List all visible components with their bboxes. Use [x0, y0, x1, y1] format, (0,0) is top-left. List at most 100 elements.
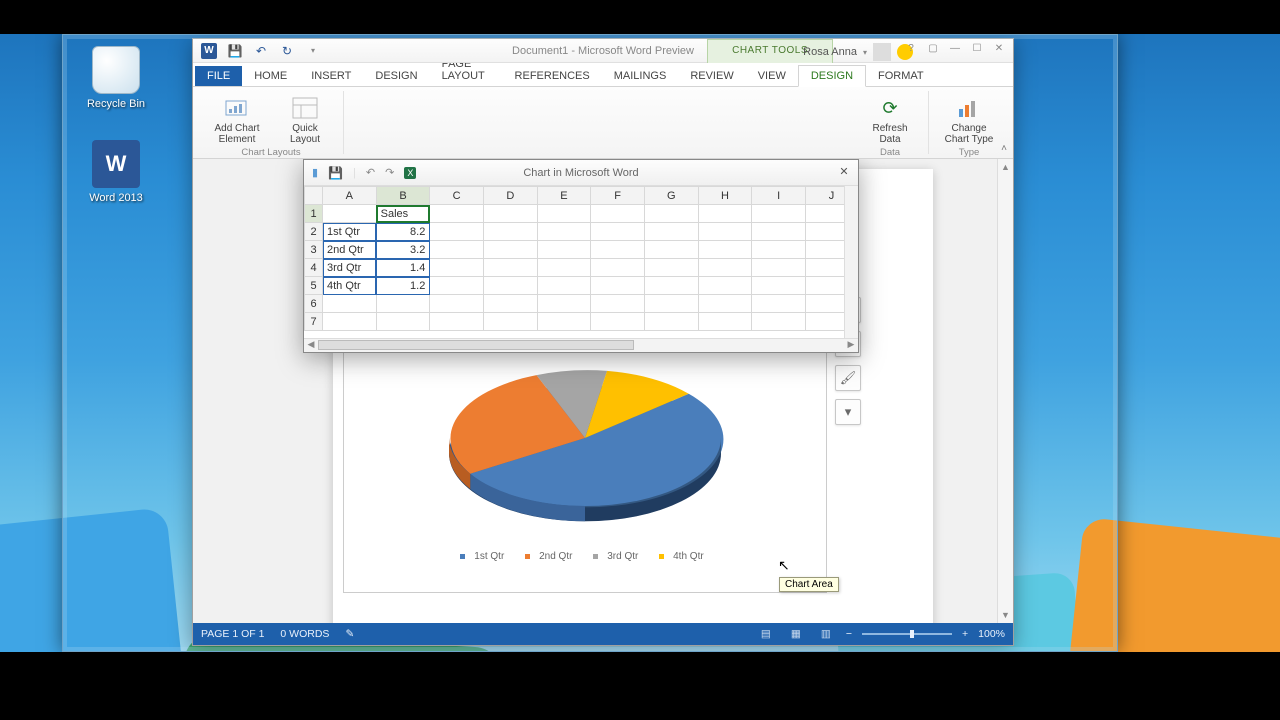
- cell[interactable]: [644, 223, 698, 241]
- row-header[interactable]: 5: [305, 277, 323, 295]
- zoom-thumb[interactable]: [910, 630, 914, 638]
- cell[interactable]: [752, 241, 806, 259]
- col-header[interactable]: H: [698, 187, 752, 205]
- cell[interactable]: [483, 205, 537, 223]
- row-header[interactable]: 6: [305, 295, 323, 313]
- cell[interactable]: [698, 277, 752, 295]
- undo-icon[interactable]: ↶: [253, 43, 269, 59]
- col-header[interactable]: G: [644, 187, 698, 205]
- web-layout-button[interactable]: ▥: [816, 627, 836, 641]
- tab-review[interactable]: REVIEW: [678, 66, 745, 86]
- cell[interactable]: [591, 259, 645, 277]
- cell[interactable]: [644, 259, 698, 277]
- tab-chart-design[interactable]: DESIGN: [798, 65, 866, 87]
- tab-view[interactable]: VIEW: [746, 66, 798, 86]
- cell[interactable]: [430, 313, 484, 331]
- cell[interactable]: [430, 223, 484, 241]
- tab-references[interactable]: REFERENCES: [503, 66, 602, 86]
- zoom-level[interactable]: 100%: [978, 628, 1005, 640]
- quick-layout-button[interactable]: Quick Layout: [273, 93, 337, 147]
- cell[interactable]: [698, 259, 752, 277]
- change-chart-type-button[interactable]: Change Chart Type: [937, 93, 1001, 147]
- cell[interactable]: [591, 277, 645, 295]
- scroll-right-icon[interactable]: ▶: [844, 339, 858, 352]
- cell[interactable]: 4th Qtr: [323, 277, 377, 295]
- cell[interactable]: [591, 313, 645, 331]
- undo-icon[interactable]: ↶: [366, 166, 375, 179]
- cell[interactable]: [698, 205, 752, 223]
- cell[interactable]: [644, 277, 698, 295]
- cell[interactable]: [752, 223, 806, 241]
- tab-insert[interactable]: INSERT: [299, 66, 363, 86]
- cell[interactable]: [537, 205, 591, 223]
- desktop-icon-word[interactable]: W Word 2013: [76, 140, 156, 204]
- cell[interactable]: [430, 277, 484, 295]
- cell[interactable]: [537, 277, 591, 295]
- col-header[interactable]: I: [752, 187, 806, 205]
- print-layout-button[interactable]: ▦: [786, 627, 806, 641]
- help-button[interactable]: ?: [901, 41, 921, 57]
- tab-design[interactable]: DESIGN: [363, 66, 429, 86]
- cell[interactable]: 8.2: [376, 223, 430, 241]
- document-area[interactable]: ▲ ▼ Sales: [193, 159, 1013, 623]
- row-header[interactable]: 7: [305, 313, 323, 331]
- cell[interactable]: [483, 241, 537, 259]
- tab-file[interactable]: FILE: [195, 66, 242, 86]
- cell[interactable]: [752, 277, 806, 295]
- select-all-cell[interactable]: [305, 187, 323, 205]
- scroll-up-icon[interactable]: ▲: [998, 159, 1013, 175]
- chart-legend[interactable]: 1st Qtr 2nd Qtr 3rd Qtr 4th Qtr: [344, 551, 826, 562]
- cell[interactable]: 3.2: [376, 241, 430, 259]
- close-button[interactable]: ✕: [836, 164, 852, 180]
- cell[interactable]: [752, 205, 806, 223]
- maximize-button[interactable]: ☐: [967, 41, 987, 57]
- qat-customize-icon[interactable]: ▾: [305, 43, 321, 59]
- cell[interactable]: [430, 295, 484, 313]
- col-header[interactable]: D: [483, 187, 537, 205]
- page-indicator[interactable]: PAGE 1 OF 1: [201, 628, 264, 640]
- col-header[interactable]: A: [323, 187, 377, 205]
- col-header[interactable]: F: [591, 187, 645, 205]
- spreadsheet-grid[interactable]: A B C D E F G H I J 1 Sales: [304, 186, 858, 338]
- chart-filters-button[interactable]: ▾: [835, 399, 861, 425]
- cell[interactable]: [591, 295, 645, 313]
- cell[interactable]: [430, 259, 484, 277]
- row-header[interactable]: 2: [305, 223, 323, 241]
- cell[interactable]: [644, 205, 698, 223]
- col-header[interactable]: B: [376, 187, 430, 205]
- word-count[interactable]: 0 WORDS: [280, 628, 329, 640]
- close-button[interactable]: ✕: [989, 41, 1009, 57]
- row-header[interactable]: 3: [305, 241, 323, 259]
- cell[interactable]: [483, 277, 537, 295]
- cell[interactable]: [483, 223, 537, 241]
- cell[interactable]: 2nd Qtr: [323, 241, 377, 259]
- cell-active[interactable]: Sales: [376, 205, 430, 223]
- cell[interactable]: [323, 313, 377, 331]
- desktop-icon-recycle-bin[interactable]: Recycle Bin: [76, 46, 156, 110]
- cell[interactable]: [591, 205, 645, 223]
- ribbon-options-button[interactable]: ▢: [923, 41, 943, 57]
- scrollbar-thumb[interactable]: [318, 340, 634, 350]
- cell[interactable]: [698, 241, 752, 259]
- cell[interactable]: 1st Qtr: [323, 223, 377, 241]
- cell[interactable]: [376, 313, 430, 331]
- minimize-button[interactable]: —: [945, 41, 965, 57]
- cell[interactable]: [698, 223, 752, 241]
- cell[interactable]: [483, 313, 537, 331]
- collapse-ribbon-icon[interactable]: ˄: [1001, 143, 1007, 154]
- cell[interactable]: [698, 295, 752, 313]
- cell[interactable]: [483, 295, 537, 313]
- cell[interactable]: 1.2: [376, 277, 430, 295]
- scroll-left-icon[interactable]: ◀: [304, 339, 318, 352]
- tab-chart-format[interactable]: FORMAT: [866, 66, 936, 86]
- zoom-in-button[interactable]: +: [962, 628, 968, 640]
- cell[interactable]: [430, 205, 484, 223]
- vertical-scrollbar[interactable]: ▲ ▼: [997, 159, 1013, 623]
- save-icon[interactable]: 💾: [227, 43, 243, 59]
- cell[interactable]: 1.4: [376, 259, 430, 277]
- chart-styles-button[interactable]: 🖌: [835, 365, 861, 391]
- cell[interactable]: [430, 241, 484, 259]
- row-header[interactable]: 4: [305, 259, 323, 277]
- cell[interactable]: [537, 223, 591, 241]
- cell[interactable]: [537, 241, 591, 259]
